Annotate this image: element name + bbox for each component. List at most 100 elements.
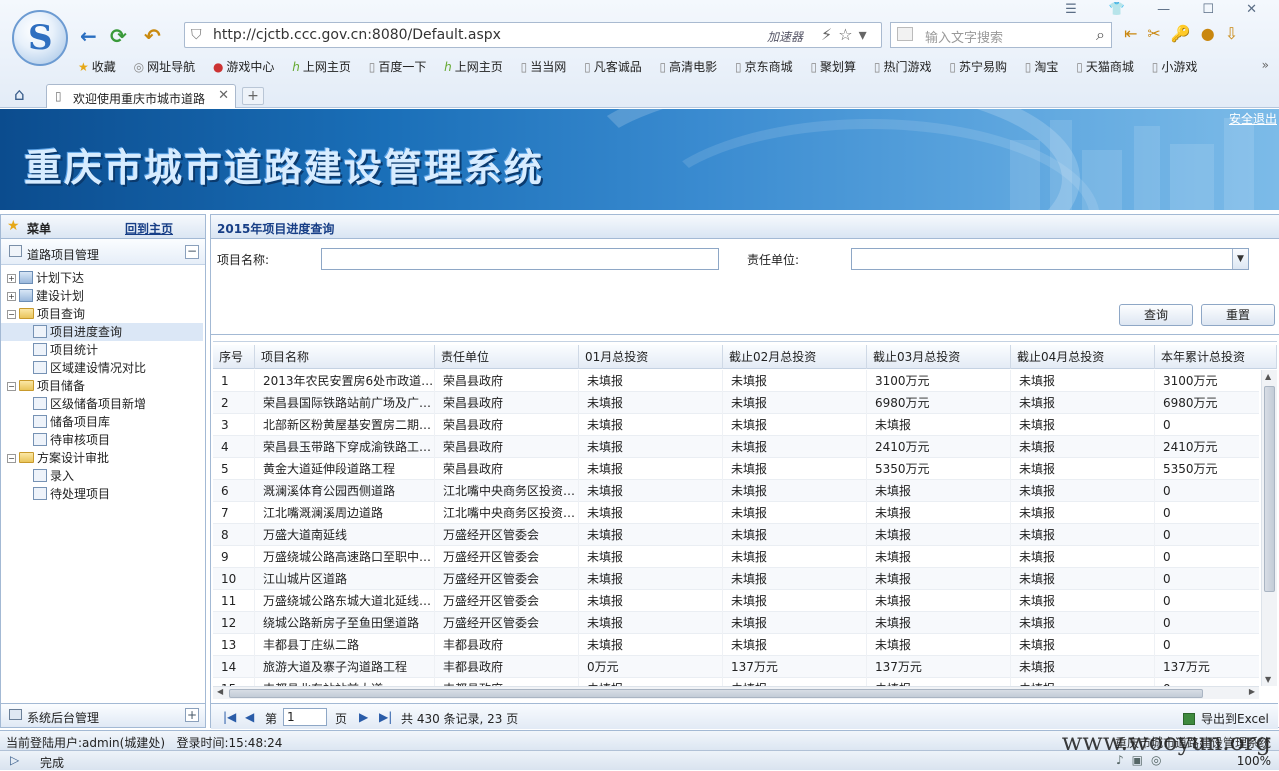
chevron-down-icon[interactable]: ▼ (1232, 249, 1248, 269)
unit-select[interactable]: ▼ (851, 248, 1249, 270)
logout-link[interactable]: 安全退出 (1229, 110, 1277, 127)
table-row[interactable]: 8 万盛大道南延线 万盛经开区管委会 未填报 未填报 未填报 未填报 0 (213, 524, 1259, 546)
scroll-right-icon[interactable]: ▶ (1249, 687, 1255, 696)
zoom-level[interactable]: 100% (1237, 754, 1271, 768)
column-header[interactable]: 截止02月总投资 (723, 345, 867, 369)
table-row[interactable]: 15丰都县北东站站前大道丰都县政府未填报未填报未填报未填报0 (213, 678, 1259, 686)
bookmark-item[interactable]: h 上网主页 (292, 60, 351, 74)
browser-tab[interactable]: ▯ 欢迎使用重庆市城市道路 ✕ (46, 84, 236, 108)
scroll-left-icon[interactable]: ◀ (217, 687, 223, 696)
expand-icon[interactable]: + (185, 708, 199, 722)
table-row[interactable]: 12 绕城公路新房子至鱼田堡道路 万盛经开区管委会 未填报 未填报 未填报 未填报 0 (213, 612, 1259, 634)
bookmark-item[interactable]: ▯ 苏宁易购 (949, 60, 1007, 74)
tree-node[interactable]: + 建设计划 (7, 287, 203, 305)
expand-icon[interactable]: + (7, 292, 16, 301)
bookmark-item[interactable]: ★ 收藏 (78, 60, 116, 74)
table-row[interactable]: 9 万盛绕城公路高速路口至职中… 万盛经开区管委会 未填报 未填报 未填报 未填报 0 (213, 546, 1259, 568)
bookmark-item[interactable]: ▯ 热门游戏 (874, 60, 932, 74)
bookmark-item[interactable]: ● 游戏中心 (213, 60, 275, 74)
last-page-icon[interactable]: ▶| (379, 710, 392, 724)
collapse-icon[interactable]: − (7, 382, 16, 391)
undo-icon[interactable]: ↶ (144, 24, 161, 48)
bookmark-item[interactable]: ▯ 凡客诚品 (584, 60, 642, 74)
tab-title[interactable]: 欢迎使用重庆市城市道路 (73, 90, 215, 107)
collapse-icon[interactable]: − (7, 310, 16, 319)
search-box[interactable]: 输入文字搜索 ⌕ (890, 22, 1112, 48)
scroll-thumb[interactable] (1264, 386, 1275, 592)
table-row[interactable]: 1 2013年农民安置房6处市政道… 荣昌县政府 未填报 未填报 3100万元 未填报 310… (213, 370, 1259, 392)
table-row[interactable]: 3 北部新区粉黄屋基安置房二期… 荣昌县政府 未填报 未填报 未填报 未填报 0 (213, 414, 1259, 436)
expand-icon[interactable]: + (7, 274, 16, 283)
next-page-icon[interactable]: ▶ (359, 710, 368, 724)
tree-node[interactable]: − 项目储备 (7, 377, 203, 395)
prev-page-icon[interactable]: ◀ (245, 710, 254, 724)
chevron-right-icon[interactable]: » (1262, 58, 1269, 72)
scroll-down-icon[interactable]: ▼ (1265, 675, 1271, 684)
address-url[interactable]: http://cjctb.ccc.gov.cn:8080/Default.asp… (213, 27, 501, 43)
vertical-scrollbar[interactable]: ▲ ▼ (1261, 370, 1277, 686)
reset-button[interactable]: 重置 (1201, 304, 1275, 326)
new-tab-button[interactable]: + (242, 87, 264, 105)
scroll-up-icon[interactable]: ▲ (1265, 372, 1271, 381)
horizontal-scrollbar[interactable]: ◀ ▶ (213, 686, 1259, 699)
menu-section-system-admin[interactable]: 系统后台管理 + (1, 703, 205, 727)
column-header[interactable]: 01月总投资 (579, 345, 723, 369)
tree-node[interactable]: − 方案设计审批 (7, 449, 203, 467)
menu-section-road-projects[interactable]: 道路项目管理 − (1, 239, 205, 265)
tree-node[interactable]: 项目进度查询 (1, 323, 203, 341)
collapse-icon[interactable]: − (185, 245, 199, 259)
first-page-icon[interactable]: |◀ (223, 710, 236, 724)
browser-logo-icon[interactable]: S (12, 10, 68, 66)
tree-node[interactable]: − 项目查询 (7, 305, 203, 323)
play-icon[interactable]: ▷ (10, 753, 19, 767)
scroll-thumb[interactable] (229, 689, 1203, 698)
bookmark-item[interactable]: ▯ 高清电影 (660, 60, 718, 74)
column-header[interactable]: 截止03月总投资 (867, 345, 1011, 369)
bookmark-item[interactable]: ▯ 当当网 (521, 60, 567, 74)
tree-node[interactable]: 区域建设情况对比 (1, 359, 203, 377)
table-row[interactable]: 14 旅游大道及寨子沟道路工程 丰都县政府 0万元 137万元 137万元 未填报 137万元 (213, 656, 1259, 678)
tree-node[interactable]: 待处理项目 (1, 485, 203, 503)
table-row[interactable]: 6 溉澜溪体育公园西侧道路 江北嘴中央商务区投资… 未填报 未填报 未填报 未填报 0 (213, 480, 1259, 502)
project-name-input[interactable] (321, 248, 719, 270)
search-engine-icon[interactable] (897, 27, 913, 41)
address-bar[interactable]: ⛉ http://cjctb.ccc.gov.cn:8080/Default.a… (184, 22, 882, 48)
table-row[interactable]: 13 丰都县丁庄纵二路 丰都县政府 未填报 未填报 未填报 未填报 0 (213, 634, 1259, 656)
search-input[interactable]: 输入文字搜索 (925, 27, 1003, 46)
table-row[interactable]: 10 江山城片区道路 万盛经开区管委会 未填报 未填报 未填报 未填报 0 (213, 568, 1259, 590)
back-arrow-icon[interactable]: ← (80, 24, 97, 48)
window-controls[interactable]: ☰ 👕 — ☐ ✕ (1065, 2, 1271, 17)
collapse-icon[interactable]: − (7, 454, 16, 463)
table-row[interactable]: 7 江北嘴溉澜溪周边道路 江北嘴中央商务区投资… 未填报 未填报 未填报 未填报 0 (213, 502, 1259, 524)
bookmark-item[interactable]: h 上网主页 (444, 60, 503, 74)
query-button[interactable]: 查询 (1119, 304, 1193, 326)
tree-node[interactable]: 待审核项目 (1, 431, 203, 449)
home-icon[interactable]: ⌂ (14, 85, 25, 105)
export-excel-button[interactable]: 导出到Excel (1183, 710, 1269, 727)
page-number-input[interactable]: 1 (283, 708, 327, 726)
bookmark-item[interactable]: ▯ 京东商城 (735, 60, 793, 74)
bookmark-item[interactable]: ◎ 网址导航 (134, 60, 196, 74)
toolbar-icons[interactable]: ⇤✂🔑●⇩ (1124, 24, 1248, 43)
table-row[interactable]: 11 万盛绕城公路东城大道北延线… 万盛经开区管委会 未填报 未填报 未填报 未填报 0 (213, 590, 1259, 612)
column-header[interactable]: 序号 (213, 345, 255, 369)
bookmark-item[interactable]: ▯ 聚划算 (810, 60, 856, 74)
column-header[interactable]: 责任单位 (435, 345, 579, 369)
tree-node[interactable]: 项目统计 (1, 341, 203, 359)
bookmark-item[interactable]: ▯ 小游戏 (1152, 60, 1198, 74)
column-header[interactable]: 截止04月总投资 (1011, 345, 1155, 369)
tree-node[interactable]: 录入 (1, 467, 203, 485)
tree-node[interactable]: + 计划下达 (7, 269, 203, 287)
table-row[interactable]: 2 荣昌县国际铁路站前广场及广… 荣昌县政府 未填报 未填报 6980万元 未填报 6980万… (213, 392, 1259, 414)
bookmark-item[interactable]: ▯ 百度一下 (369, 60, 427, 74)
column-header[interactable]: 项目名称 (255, 345, 435, 369)
column-header[interactable]: 本年累计总投资 (1155, 345, 1277, 369)
table-row[interactable]: 4 荣昌县玉带路下穿成渝铁路工… 荣昌县政府 未填报 未填报 2410万元 未填报 2410万… (213, 436, 1259, 458)
close-icon[interactable]: ✕ (218, 88, 229, 103)
home-link[interactable]: 回到主页 (125, 220, 173, 237)
tree-node[interactable]: 储备项目库 (1, 413, 203, 431)
accelerator-link[interactable]: 加速器 (767, 28, 803, 45)
search-icon[interactable]: ⌕ (1096, 25, 1105, 45)
bookmark-item[interactable]: ▯ 淘宝 (1025, 60, 1059, 74)
star-icon[interactable]: ⚡☆▾ (821, 25, 873, 44)
